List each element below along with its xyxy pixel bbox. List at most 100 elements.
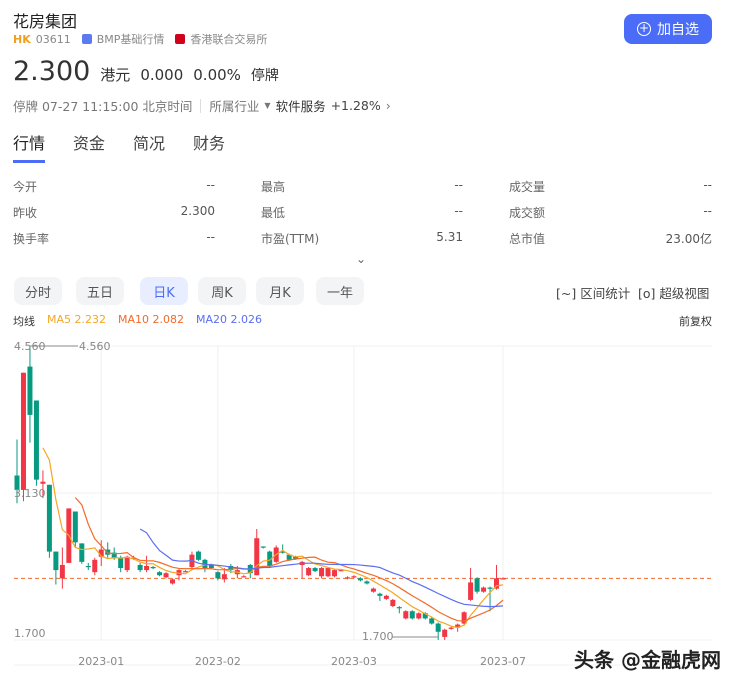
candle-body (344, 577, 350, 579)
stat-label: 今开 (13, 180, 38, 194)
candle-body (124, 556, 130, 571)
candle-body (370, 588, 376, 592)
stat-label: 最低 (261, 206, 286, 220)
candle-body (195, 551, 201, 560)
candle-body (332, 570, 338, 577)
candle-body (92, 559, 98, 573)
candle-body (27, 366, 33, 415)
candle-body (221, 574, 227, 580)
candle-body (377, 593, 383, 596)
candle-body (487, 587, 493, 589)
adjust-button[interactable]: 前复权 (679, 313, 712, 329)
candle-body (312, 568, 318, 572)
stat-value: -- (206, 230, 215, 244)
candle-body (215, 572, 221, 579)
max-marker-label: 4.560 (79, 340, 111, 353)
change-pct: 0.00% (193, 66, 241, 84)
candle-body (137, 564, 143, 571)
candle-body (254, 538, 260, 576)
range-icon: [~] (556, 286, 577, 301)
stat-label: 成交额 (509, 206, 546, 220)
candle-body (33, 400, 39, 480)
period-monthly[interactable]: 月K (256, 277, 304, 305)
candle-body (481, 587, 487, 592)
kline-chart[interactable]: 4.560 3.130 1.700 2023-01 2023-02 2023-03 2023… (0, 330, 737, 681)
industry-link[interactable]: 所属行业 ▼ 软件服务 +1.28% › (209, 96, 390, 115)
candle-body (351, 576, 357, 578)
x-axis-label: 2023-01 (78, 655, 124, 668)
stat-value: 23.00亿 (665, 232, 712, 246)
tab-quote[interactable]: 行情 (13, 130, 46, 163)
bmp-icon (81, 34, 92, 44)
watermark: 头条 @金融虎网 (574, 648, 721, 672)
ma5-value: MA5 2.232 (47, 313, 107, 326)
candle-body (409, 611, 415, 619)
candle-body (500, 578, 506, 580)
divider (200, 98, 202, 113)
candle-body (118, 557, 124, 569)
status-line: 停牌 07-27 11:15:00 北京时间 所属行业 ▼ 软件服务 +1.28… (13, 96, 391, 115)
currency: 港元 (100, 66, 131, 84)
candle-body (357, 578, 363, 581)
candle-body (20, 372, 26, 490)
candle-body (163, 573, 169, 578)
period-weekly[interactable]: 周K (198, 277, 246, 305)
trade-state: 停牌 (250, 68, 279, 84)
candle-body (170, 579, 176, 584)
candle-body (46, 484, 52, 552)
range-stats-button[interactable]: [~] 区间统计 (556, 283, 630, 302)
candle-body (442, 629, 448, 637)
period-intraday[interactable]: 分时 (14, 277, 62, 305)
price: 2.300 (13, 56, 91, 87)
tab-finance[interactable]: 财务 (193, 130, 225, 163)
stock-code: 03611 (35, 32, 71, 46)
tab-funds[interactable]: 资金 (73, 130, 105, 163)
y-axis-label: 3.130 (14, 487, 46, 500)
candle-body (260, 546, 266, 548)
stock-name: 花房集团 (13, 12, 78, 31)
stat-value: 5.31 (436, 230, 463, 244)
period-daily[interactable]: 日K (140, 277, 188, 305)
stat-value: -- (703, 204, 712, 218)
stat-value: -- (454, 204, 463, 218)
stat-label: 最高 (261, 180, 286, 194)
plus-icon: + (637, 21, 651, 36)
candle-body (79, 543, 85, 562)
stat-label: 成交量 (509, 180, 546, 194)
candle-body (390, 599, 396, 607)
range-label: 区间统计 (580, 286, 631, 301)
ma10-value: MA10 2.082 (118, 313, 185, 326)
ma-legend: 均线 MA5 2.232 MA10 2.082 MA20 2.026 (13, 313, 262, 329)
candle-body (364, 581, 370, 584)
change: 0.000 (140, 66, 184, 84)
y-axis-label: 1.700 (14, 627, 46, 640)
stat-value: 2.300 (180, 204, 215, 218)
ma-label: 均线 (13, 315, 35, 328)
stat-label: 总市值 (509, 232, 546, 246)
caret-down-icon: ▼ (264, 101, 271, 110)
candle-body (306, 568, 312, 576)
period-5day[interactable]: 五日 (76, 277, 124, 305)
industry-label: 所属行业 (209, 99, 260, 114)
candle-body (429, 618, 435, 624)
x-axis-label: 2023-03 (331, 655, 377, 668)
stat-label: 换手率 (13, 232, 50, 246)
candle-body (157, 572, 163, 576)
chevron-right-icon: › (385, 98, 391, 113)
market-badge: HK (13, 32, 31, 46)
tab-bar: 行情 资金 简况 财务 (13, 130, 225, 163)
candle-body (144, 565, 150, 571)
min-marker-label: 1.700 (362, 630, 394, 643)
super-view-button[interactable]: [o] 超级视图 (638, 283, 709, 302)
add-watchlist-button[interactable]: + 加自选 (624, 14, 712, 44)
tab-profile[interactable]: 简况 (133, 130, 165, 163)
period-year[interactable]: 一年 (316, 277, 364, 305)
expand-chevron-icon[interactable]: ⌄ (356, 252, 366, 266)
candle-body (403, 611, 409, 619)
candle-body (325, 568, 331, 577)
industry-name: 软件服务 (275, 99, 326, 114)
stat-label: 昨收 (13, 206, 38, 220)
super-label: 超级视图 (659, 286, 710, 301)
candle-body (150, 567, 156, 569)
ma20-value: MA20 2.026 (196, 313, 263, 326)
